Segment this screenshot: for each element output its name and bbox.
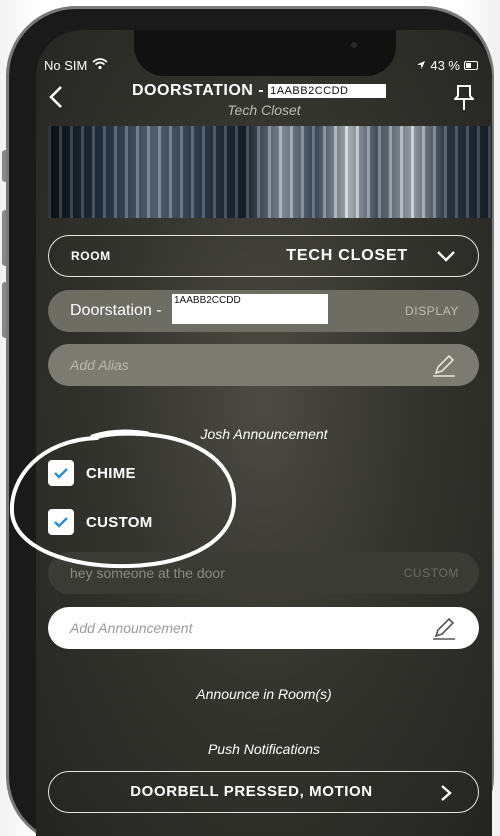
push-notifications-value: DOORBELL PRESSED, MOTION [130, 783, 373, 800]
push-notifications-title: Push Notifications [207, 741, 321, 757]
room-label: ROOM [71, 249, 111, 263]
device-name-field: Doorstation - 1AABB2CCDD DISPLAY [48, 290, 479, 332]
custom-label: CUSTOM [86, 513, 153, 531]
check-icon [54, 517, 68, 528]
page-title: DOORSTATION - 1AABB2CCDD [132, 82, 387, 100]
app-screen: No SIM 43 % DOORSTATION - 1AABB2CCDD Tec… [36, 30, 492, 836]
announcement-section-title: Josh Announcement [200, 426, 328, 442]
page-subtitle: Tech Closet [227, 102, 301, 118]
custom-tag: CUSTOM [403, 566, 459, 580]
alias-placeholder: Add Alias [70, 357, 129, 373]
chime-checkbox[interactable] [48, 460, 74, 486]
device-name-prefix: Doorstation - [70, 302, 162, 319]
add-announcement-input[interactable]: Add Announcement [48, 607, 479, 649]
location-icon [416, 58, 426, 73]
phone-notch [134, 30, 396, 76]
device-name-id: 1AABB2CCDD [172, 294, 328, 324]
add-announcement-placeholder: Add Announcement [70, 620, 193, 636]
page-title-id: 1AABB2CCDD [268, 84, 387, 98]
pin-icon[interactable] [452, 84, 476, 114]
custom-announcement-text: hey someone at the door [70, 565, 225, 581]
pencil-icon[interactable] [431, 617, 457, 641]
pencil-icon[interactable] [431, 354, 457, 378]
custom-checkbox[interactable] [48, 509, 74, 535]
page-title-text: DOORSTATION - [132, 82, 265, 99]
nav-bar: DOORSTATION - 1AABB2CCDD Tech Closet [36, 80, 492, 120]
room-banner-image [48, 126, 492, 218]
battery-icon [464, 61, 478, 70]
custom-option[interactable]: CUSTOM [48, 509, 153, 535]
alias-input[interactable]: Add Alias [48, 344, 479, 386]
push-notifications-selector[interactable]: DOORBELL PRESSED, MOTION [48, 771, 479, 813]
battery-text: 43 % [430, 58, 460, 73]
room-selector[interactable]: ROOM TECH CLOSET [48, 235, 479, 277]
carrier-text: No SIM [44, 58, 88, 73]
chevron-down-icon [436, 249, 456, 265]
custom-announcement-field[interactable]: hey someone at the door CUSTOM [48, 552, 479, 594]
room-value: TECH CLOSET [286, 247, 408, 264]
chime-option[interactable]: CHIME [48, 460, 136, 486]
chime-label: CHIME [86, 464, 136, 482]
chevron-right-icon [440, 784, 454, 802]
display-button[interactable]: DISPLAY [405, 304, 459, 318]
phone-frame: No SIM 43 % DOORSTATION - 1AABB2CCDD Tec… [0, 0, 500, 836]
check-icon [54, 468, 68, 479]
announce-rooms-label[interactable]: Announce in Room(s) [36, 686, 492, 702]
wifi-icon [92, 58, 108, 73]
